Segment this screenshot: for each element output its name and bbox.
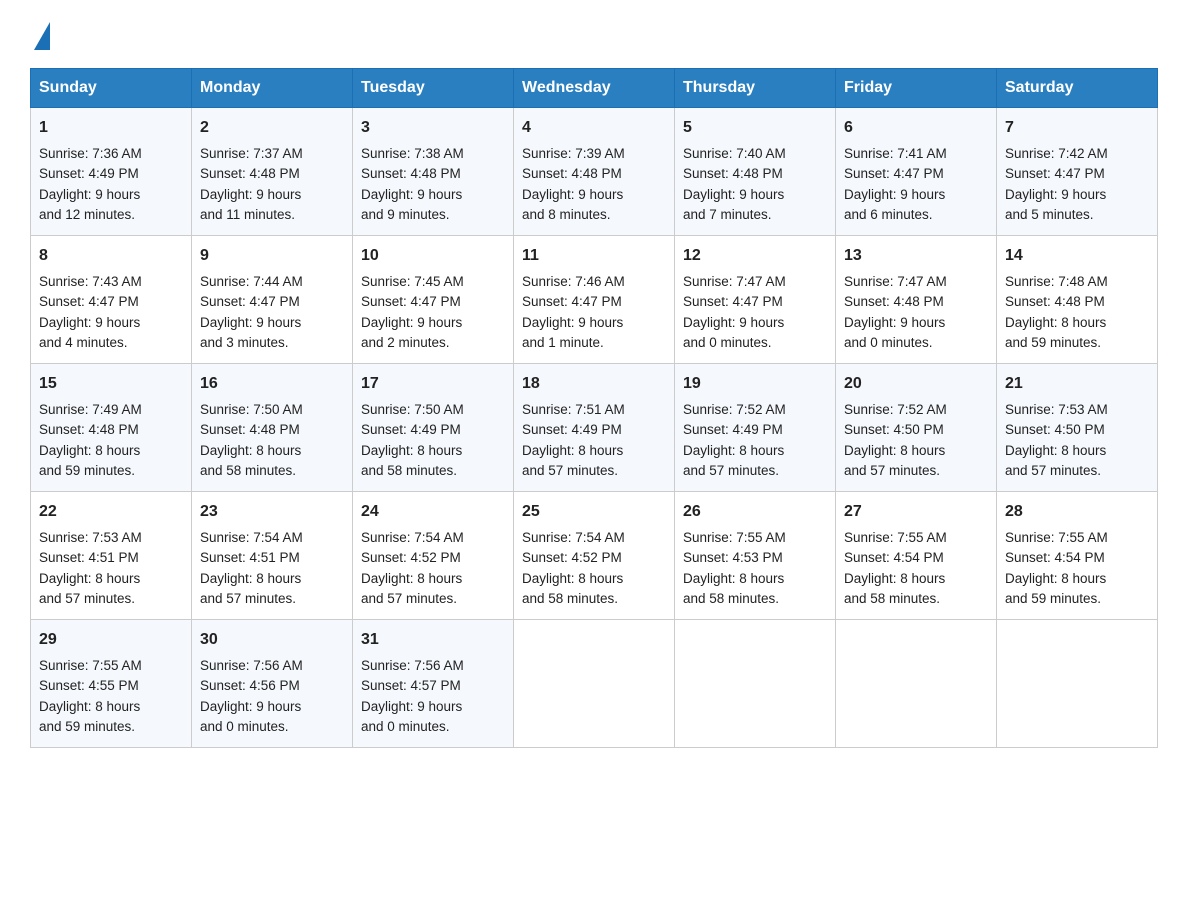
calendar-cell: 23Sunrise: 7:54 AMSunset: 4:51 PMDayligh…: [192, 492, 353, 620]
day-number: 18: [522, 372, 666, 396]
calendar-header-row: SundayMondayTuesdayWednesdayThursdayFrid…: [31, 69, 1158, 108]
header-sunday: Sunday: [31, 69, 192, 108]
header-thursday: Thursday: [675, 69, 836, 108]
calendar-cell: 18Sunrise: 7:51 AMSunset: 4:49 PMDayligh…: [514, 364, 675, 492]
calendar-cell: 24Sunrise: 7:54 AMSunset: 4:52 PMDayligh…: [353, 492, 514, 620]
day-number: 8: [39, 244, 183, 268]
day-number: 29: [39, 628, 183, 652]
calendar-cell: 17Sunrise: 7:50 AMSunset: 4:49 PMDayligh…: [353, 364, 514, 492]
logo: [30, 20, 50, 48]
day-number: 22: [39, 500, 183, 524]
calendar-cell: 1Sunrise: 7:36 AMSunset: 4:49 PMDaylight…: [31, 108, 192, 236]
page-header: [30, 20, 1158, 48]
day-number: 21: [1005, 372, 1149, 396]
calendar-cell: 11Sunrise: 7:46 AMSunset: 4:47 PMDayligh…: [514, 236, 675, 364]
calendar-cell: 15Sunrise: 7:49 AMSunset: 4:48 PMDayligh…: [31, 364, 192, 492]
calendar-cell: 8Sunrise: 7:43 AMSunset: 4:47 PMDaylight…: [31, 236, 192, 364]
day-number: 15: [39, 372, 183, 396]
calendar-cell: 4Sunrise: 7:39 AMSunset: 4:48 PMDaylight…: [514, 108, 675, 236]
day-number: 19: [683, 372, 827, 396]
day-number: 24: [361, 500, 505, 524]
calendar-cell: 29Sunrise: 7:55 AMSunset: 4:55 PMDayligh…: [31, 620, 192, 748]
day-number: 25: [522, 500, 666, 524]
calendar-week-row: 22Sunrise: 7:53 AMSunset: 4:51 PMDayligh…: [31, 492, 1158, 620]
calendar-week-row: 1Sunrise: 7:36 AMSunset: 4:49 PMDaylight…: [31, 108, 1158, 236]
header-wednesday: Wednesday: [514, 69, 675, 108]
day-number: 28: [1005, 500, 1149, 524]
day-number: 17: [361, 372, 505, 396]
calendar-cell: 9Sunrise: 7:44 AMSunset: 4:47 PMDaylight…: [192, 236, 353, 364]
day-number: 31: [361, 628, 505, 652]
day-number: 5: [683, 116, 827, 140]
calendar-cell: 22Sunrise: 7:53 AMSunset: 4:51 PMDayligh…: [31, 492, 192, 620]
calendar-cell: 21Sunrise: 7:53 AMSunset: 4:50 PMDayligh…: [997, 364, 1158, 492]
day-number: 11: [522, 244, 666, 268]
calendar-cell: 26Sunrise: 7:55 AMSunset: 4:53 PMDayligh…: [675, 492, 836, 620]
day-number: 2: [200, 116, 344, 140]
calendar-cell: 6Sunrise: 7:41 AMSunset: 4:47 PMDaylight…: [836, 108, 997, 236]
calendar-table: SundayMondayTuesdayWednesdayThursdayFrid…: [30, 68, 1158, 748]
calendar-cell: 27Sunrise: 7:55 AMSunset: 4:54 PMDayligh…: [836, 492, 997, 620]
calendar-cell: 25Sunrise: 7:54 AMSunset: 4:52 PMDayligh…: [514, 492, 675, 620]
calendar-cell: 31Sunrise: 7:56 AMSunset: 4:57 PMDayligh…: [353, 620, 514, 748]
day-number: 26: [683, 500, 827, 524]
calendar-cell: [514, 620, 675, 748]
day-number: 23: [200, 500, 344, 524]
day-number: 7: [1005, 116, 1149, 140]
calendar-cell: 3Sunrise: 7:38 AMSunset: 4:48 PMDaylight…: [353, 108, 514, 236]
day-number: 14: [1005, 244, 1149, 268]
calendar-cell: 16Sunrise: 7:50 AMSunset: 4:48 PMDayligh…: [192, 364, 353, 492]
day-number: 10: [361, 244, 505, 268]
calendar-cell: 30Sunrise: 7:56 AMSunset: 4:56 PMDayligh…: [192, 620, 353, 748]
header-monday: Monday: [192, 69, 353, 108]
calendar-cell: 7Sunrise: 7:42 AMSunset: 4:47 PMDaylight…: [997, 108, 1158, 236]
header-saturday: Saturday: [997, 69, 1158, 108]
day-number: 27: [844, 500, 988, 524]
day-number: 3: [361, 116, 505, 140]
calendar-cell: [997, 620, 1158, 748]
day-number: 1: [39, 116, 183, 140]
calendar-cell: [675, 620, 836, 748]
day-number: 20: [844, 372, 988, 396]
calendar-cell: 28Sunrise: 7:55 AMSunset: 4:54 PMDayligh…: [997, 492, 1158, 620]
calendar-cell: 20Sunrise: 7:52 AMSunset: 4:50 PMDayligh…: [836, 364, 997, 492]
calendar-cell: 12Sunrise: 7:47 AMSunset: 4:47 PMDayligh…: [675, 236, 836, 364]
calendar-cell: 13Sunrise: 7:47 AMSunset: 4:48 PMDayligh…: [836, 236, 997, 364]
day-number: 13: [844, 244, 988, 268]
calendar-week-row: 8Sunrise: 7:43 AMSunset: 4:47 PMDaylight…: [31, 236, 1158, 364]
day-number: 30: [200, 628, 344, 652]
calendar-week-row: 29Sunrise: 7:55 AMSunset: 4:55 PMDayligh…: [31, 620, 1158, 748]
day-number: 9: [200, 244, 344, 268]
day-number: 16: [200, 372, 344, 396]
header-friday: Friday: [836, 69, 997, 108]
calendar-cell: 2Sunrise: 7:37 AMSunset: 4:48 PMDaylight…: [192, 108, 353, 236]
calendar-cell: 19Sunrise: 7:52 AMSunset: 4:49 PMDayligh…: [675, 364, 836, 492]
calendar-cell: [836, 620, 997, 748]
logo-triangle-icon: [34, 22, 50, 50]
day-number: 6: [844, 116, 988, 140]
calendar-cell: 14Sunrise: 7:48 AMSunset: 4:48 PMDayligh…: [997, 236, 1158, 364]
calendar-cell: 10Sunrise: 7:45 AMSunset: 4:47 PMDayligh…: [353, 236, 514, 364]
header-tuesday: Tuesday: [353, 69, 514, 108]
calendar-week-row: 15Sunrise: 7:49 AMSunset: 4:48 PMDayligh…: [31, 364, 1158, 492]
day-number: 4: [522, 116, 666, 140]
calendar-cell: 5Sunrise: 7:40 AMSunset: 4:48 PMDaylight…: [675, 108, 836, 236]
day-number: 12: [683, 244, 827, 268]
